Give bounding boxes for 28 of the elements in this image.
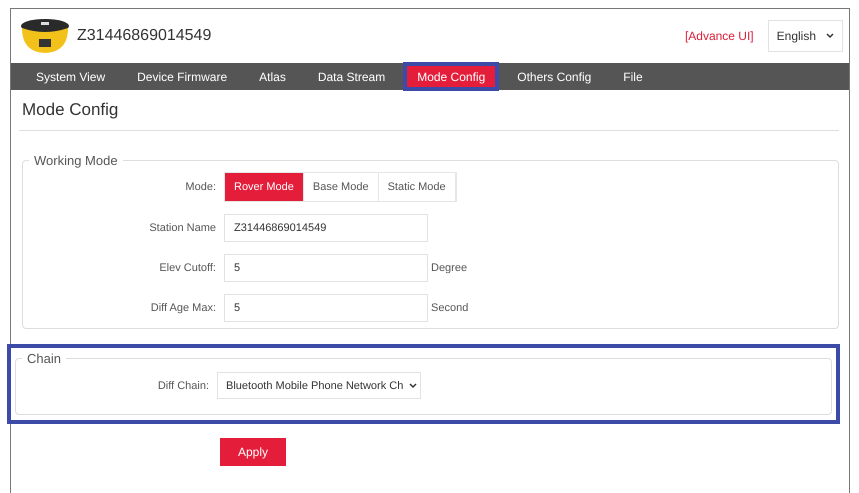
unit-label: Second — [431, 302, 468, 314]
nav-tab[interactable]: Device Firmware — [124, 63, 240, 90]
apply-button[interactable]: Apply — [220, 438, 286, 466]
panel-legend: Chain — [22, 351, 66, 366]
nav-tab[interactable]: Others Config — [504, 63, 604, 90]
field-label: Elev Cutoff: — [158, 262, 217, 274]
nav-tab[interactable]: System View — [23, 63, 118, 90]
panel-legend: Working Mode — [29, 153, 123, 168]
field-label: Mode: — [184, 181, 217, 193]
mode-button[interactable]: Rover Mode — [225, 173, 304, 201]
device-id: Z31446869014549 — [77, 27, 212, 45]
input-field[interactable]: 5 — [224, 294, 428, 322]
field-label: Diff Age Max: — [150, 302, 217, 314]
unit-label: Degree — [431, 262, 468, 274]
input-field[interactable]: 5 — [224, 254, 428, 282]
caret-icon — [826, 33, 834, 39]
field-label: Diff Chain: — [156, 380, 210, 392]
field-label: Station Name — [148, 222, 217, 234]
nav-tab[interactable]: File — [610, 63, 656, 90]
advance-ui-link[interactable]: [Advance UI] — [684, 29, 754, 43]
nav-tab[interactable]: Mode Config — [404, 63, 498, 90]
input-field[interactable]: Z31446869014549 — [224, 214, 428, 242]
page-title: Mode Config — [21, 99, 120, 121]
nav-tab[interactable]: Atlas — [246, 63, 299, 90]
language-select[interactable]: English — [768, 20, 843, 52]
diff-chain-select[interactable]: Bluetooth Mobile Phone Network Ch — [217, 372, 421, 399]
caret-icon — [409, 382, 417, 388]
nav-tab[interactable]: Data Stream — [304, 63, 398, 90]
